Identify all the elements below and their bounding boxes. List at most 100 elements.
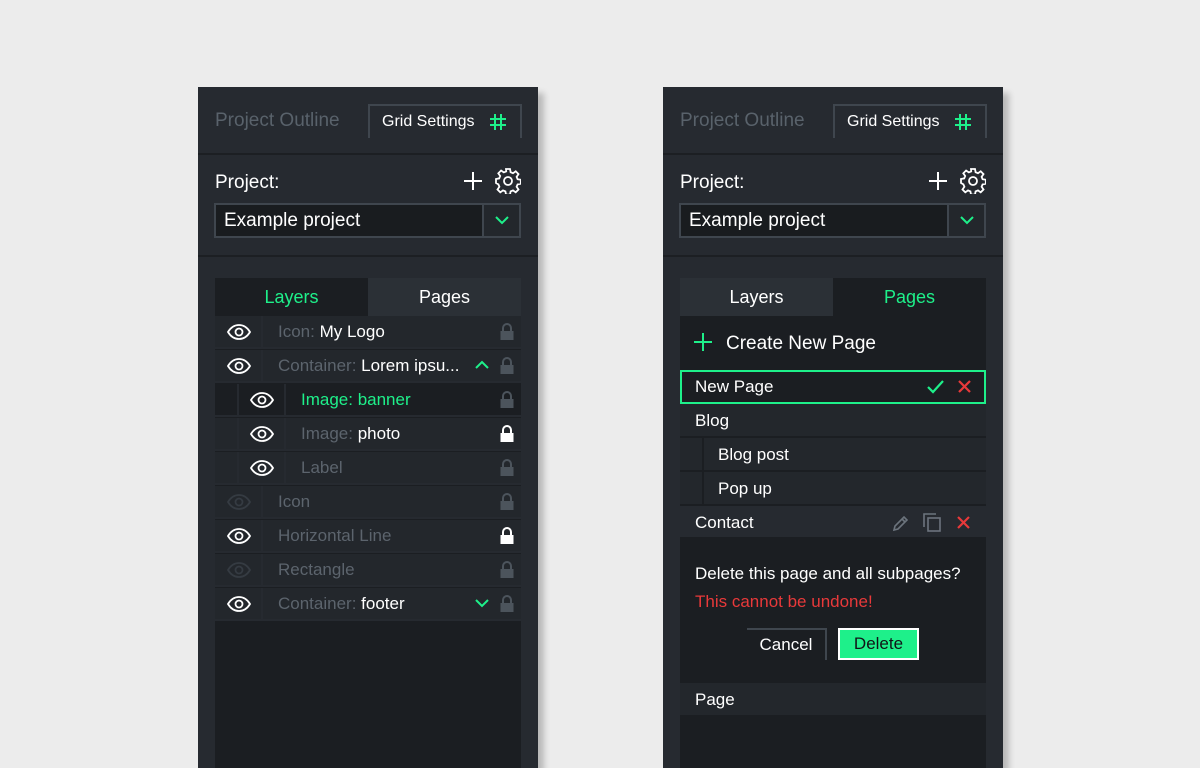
project-select-toggle[interactable] [947, 205, 984, 236]
lock-icon[interactable] [500, 493, 514, 510]
page-label: Contact [695, 513, 754, 532]
tab-grid-settings-label: Grid Settings [382, 113, 475, 130]
eye-icon[interactable] [250, 426, 274, 442]
project-select[interactable]: Example project [679, 203, 986, 238]
row-divider [261, 588, 263, 621]
add-project-icon[interactable] [463, 171, 483, 191]
close-icon[interactable] [958, 380, 971, 393]
new-page-input-value: New Page [695, 377, 774, 396]
tab-grid-settings[interactable]: Grid Settings [368, 104, 522, 138]
delete-confirmation: Delete this page and all subpages? This … [680, 539, 986, 683]
check-icon[interactable] [927, 380, 944, 394]
layer-label: Image: photo [301, 424, 400, 444]
layer-row[interactable]: Image: photo [215, 418, 521, 451]
grid-icon [490, 114, 507, 130]
layer-row[interactable]: Container: Lorem ipsu... [215, 350, 521, 383]
row-divider [284, 418, 286, 451]
lock-icon[interactable] [500, 527, 514, 544]
layer-name: photo [357, 424, 401, 443]
confirm-warning: This cannot be undone! [695, 592, 873, 611]
project-select-value: Example project [224, 210, 361, 231]
new-page-name-input[interactable]: New Page [680, 370, 986, 404]
chevron-down-icon [959, 216, 974, 225]
section-divider [198, 255, 538, 257]
eye-icon[interactable] [250, 392, 274, 408]
layer-row[interactable]: Icon [215, 486, 521, 519]
row-divider [261, 316, 263, 349]
cancel-button[interactable]: Cancel [747, 628, 827, 660]
panel-tab-bar: Project Outline Grid Settings [198, 87, 538, 155]
indent-guide [237, 384, 239, 417]
lock-icon[interactable] [500, 323, 514, 340]
duplicate-icon[interactable] [923, 513, 941, 532]
row-divider [261, 520, 263, 553]
section-divider [663, 255, 1003, 257]
layer-name: My Logo [319, 322, 385, 341]
eye-icon[interactable] [227, 358, 251, 374]
project-select-toggle[interactable] [482, 205, 519, 236]
lock-icon[interactable] [500, 459, 514, 476]
chevron-up-icon[interactable] [475, 360, 489, 370]
layer-kind: Image: [301, 424, 353, 443]
page-item-blog-post[interactable]: Blog post [680, 438, 986, 472]
eye-icon[interactable] [227, 596, 251, 612]
pencil-icon[interactable] [892, 514, 910, 532]
create-new-page-label: Create New Page [726, 333, 876, 354]
tab-layers[interactable]: Layers [680, 278, 833, 316]
tab-layers[interactable]: Layers [215, 278, 368, 316]
layers-panel: Project Outline Grid Settings Project: E… [198, 87, 538, 768]
page-item-blog[interactable]: Blog [680, 404, 986, 438]
layer-row[interactable]: Icon: My Logo [215, 316, 521, 349]
layer-row[interactable]: Horizontal Line [215, 520, 521, 553]
delete-button[interactable]: Delete [838, 628, 919, 660]
lock-icon[interactable] [500, 357, 514, 374]
layers-list-area: Layers Pages Icon: My Logo Container: Lo… [215, 278, 521, 768]
pages-list-area: Layers Pages Create New Page New Page Bl… [680, 278, 986, 768]
page-item-contact[interactable]: Contact [680, 506, 986, 539]
layer-row[interactable]: Container: footer [215, 588, 521, 621]
layer-row[interactable]: Rectangle [215, 554, 521, 587]
page-item-page[interactable]: Page [680, 683, 986, 717]
lock-icon[interactable] [500, 561, 514, 578]
page-label: Blog [695, 411, 730, 430]
layer-label: Container: Lorem ipsu... [278, 356, 459, 376]
chevron-down-icon [494, 216, 509, 225]
tab-grid-settings-label: Grid Settings [847, 113, 940, 130]
page-label: Pop up [718, 479, 772, 498]
gear-icon[interactable] [960, 168, 986, 194]
layer-kind: Icon: [278, 322, 315, 341]
tab-project-outline[interactable]: Project Outline [215, 110, 340, 132]
page-label: Page [695, 690, 735, 709]
add-project-icon[interactable] [928, 171, 948, 191]
eye-hidden-icon[interactable] [227, 562, 251, 578]
layer-row[interactable]: Label [215, 452, 521, 485]
eye-icon[interactable] [227, 324, 251, 340]
layer-label: Icon: My Logo [278, 322, 385, 342]
layer-label: Label [301, 458, 343, 477]
create-new-page-button[interactable]: Create New Page [680, 316, 986, 370]
eye-icon[interactable] [250, 460, 274, 476]
chevron-down-icon[interactable] [475, 598, 489, 608]
panel-tab-bar: Project Outline Grid Settings [663, 87, 1003, 155]
tab-project-outline[interactable]: Project Outline [680, 110, 805, 132]
gear-icon[interactable] [495, 168, 521, 194]
row-divider [261, 486, 263, 519]
project-label: Project: [680, 172, 745, 193]
indent-guide [237, 452, 239, 485]
project-select[interactable]: Example project [214, 203, 521, 238]
eye-hidden-icon[interactable] [227, 494, 251, 510]
layer-name: Lorem ipsu... [361, 356, 460, 375]
tab-pages[interactable]: Pages [833, 278, 986, 316]
layer-row[interactable]: Image: banner [215, 384, 521, 417]
tab-pages[interactable]: Pages [368, 278, 521, 316]
lock-icon[interactable] [500, 425, 514, 442]
indent-guide [702, 472, 704, 506]
grid-icon [955, 114, 972, 130]
eye-icon[interactable] [227, 528, 251, 544]
lock-icon[interactable] [500, 391, 514, 408]
indent-guide [237, 418, 239, 451]
delete-icon[interactable] [957, 516, 970, 529]
lock-icon[interactable] [500, 595, 514, 612]
page-item-pop-up[interactable]: Pop up [680, 472, 986, 506]
tab-grid-settings[interactable]: Grid Settings [833, 104, 987, 138]
